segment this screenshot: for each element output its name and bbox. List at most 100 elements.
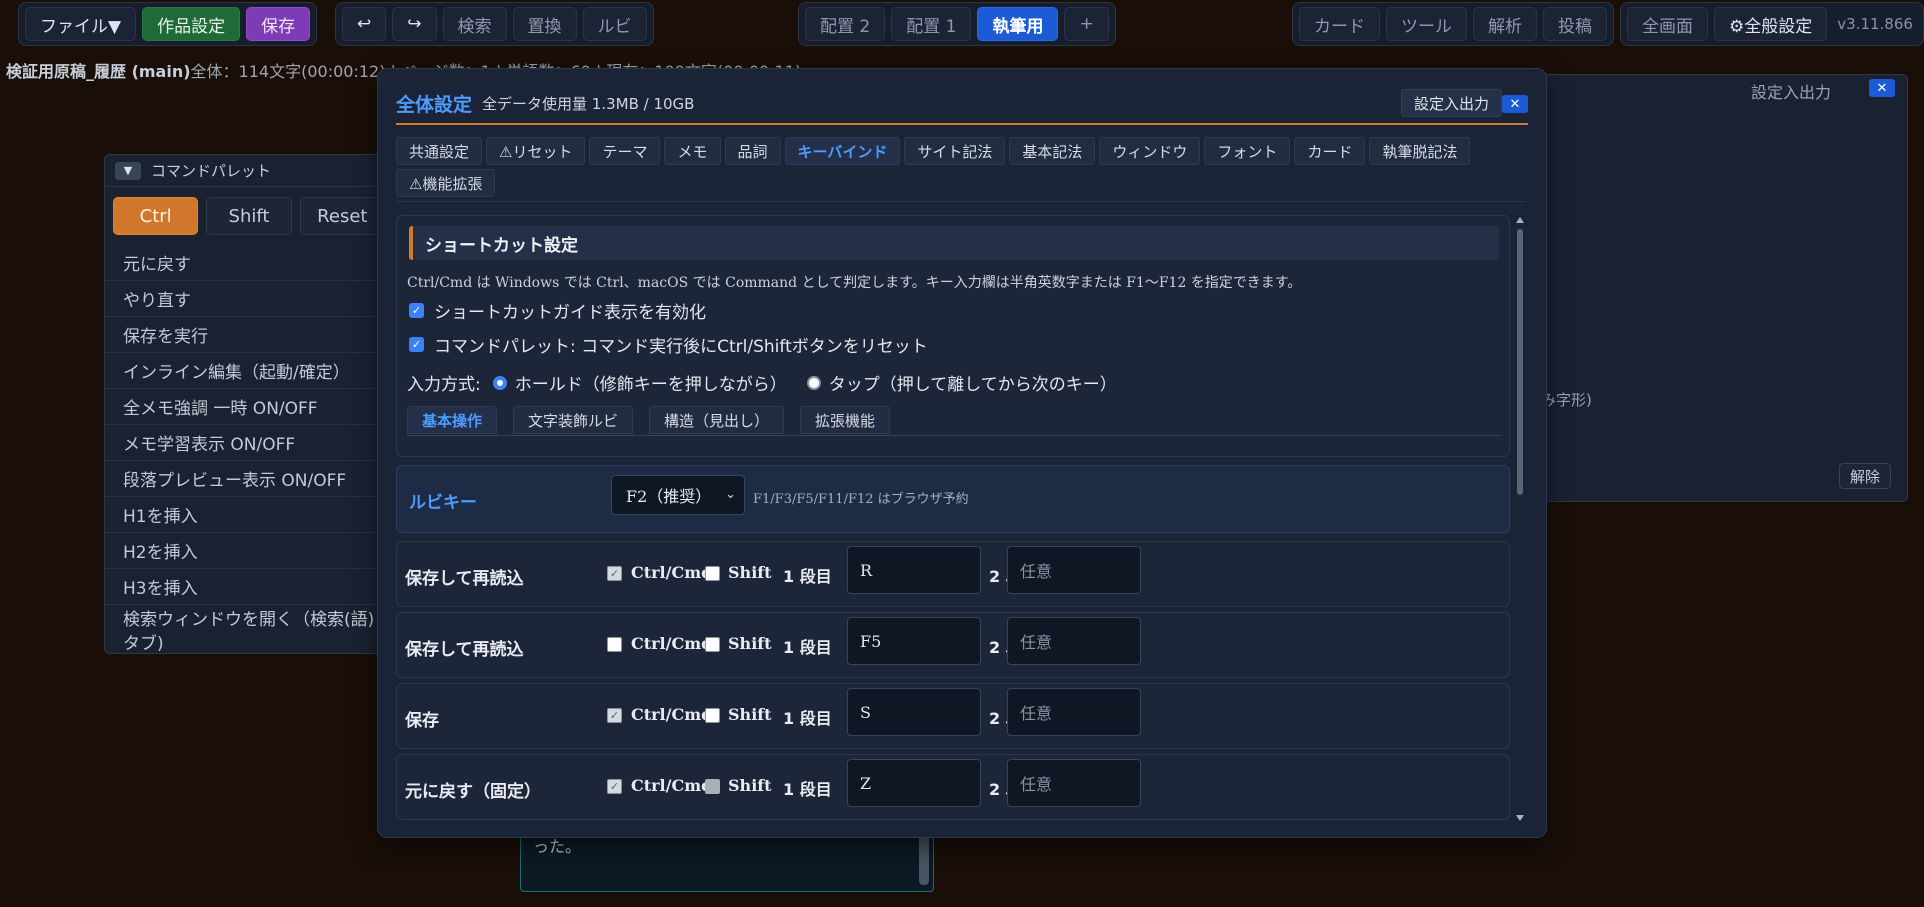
command-item[interactable]: 元に戻す [105,245,393,281]
background-io-button[interactable]: 設定入出力 [1751,79,1831,103]
scroll-down-icon[interactable] [1516,815,1524,821]
editor-scrollbar[interactable] [919,835,929,885]
radio-hold-label[interactable]: ホールド（修飾キーを押しながら） [515,370,787,395]
redo-icon[interactable]: ↪ [392,7,437,41]
ruby-key-select[interactable]: F2（推奨） ⌄ [611,475,745,515]
add-layout-button[interactable]: + [1064,7,1109,41]
shortcut-settings-card: ショートカット設定 Ctrl/Cmd は Windows では Ctrl、mac… [396,215,1510,457]
tool-button[interactable]: ツール [1386,7,1467,41]
command-item[interactable]: やり直す [105,281,393,317]
radio-tap[interactable] [806,375,821,390]
post-button[interactable]: 投稿 [1543,7,1607,41]
tab-common[interactable]: 共通設定 [396,137,483,165]
ctrl-checkbox[interactable]: ✓ [607,708,622,723]
ctrl-modifier-button[interactable]: Ctrl [113,197,199,235]
input-mode-group: 入力方式: ホールド（修飾キーを押しながら） タップ（押して離してから次のキー） [407,370,1117,395]
tab-reset[interactable]: ⚠リセット [486,137,586,165]
ctrl-checkbox[interactable]: ✓ [607,566,622,581]
shift-modifier-button[interactable]: Shift [206,197,292,235]
work-settings-button[interactable]: 作品設定 [142,7,241,41]
palette-reset-label: コマンドパレット: コマンド実行後にCtrl/Shiftボタンをリセット [434,337,928,357]
settings-tabs: 共通設定 ⚠リセット テーマ メモ 品詞 キーバインド サイト記法 基本記法 ウ… [396,137,1526,202]
shortcut-guide-option[interactable]: ✓ ショートカットガイド表示を有効化 [409,298,706,323]
ctrl-checkbox[interactable]: ✓ [607,779,622,794]
tab-font[interactable]: フォント [1204,137,1291,165]
checkbox-checked-icon[interactable]: ✓ [409,303,424,318]
toolbar-file-group: ファイル▼ 作品設定 保存 [18,2,318,46]
shift-checkbox[interactable] [705,637,720,652]
subtab-basic[interactable]: 基本操作 [407,406,498,434]
shift-checkbox[interactable] [705,779,720,794]
command-item[interactable]: 段落プレビュー表示 ON/OFF [105,461,393,497]
search-button[interactable]: 検索 [442,7,507,41]
key2-input[interactable]: 任意 [1007,617,1141,665]
close-icon[interactable]: ✕ [1869,79,1895,97]
tab-basic-notation[interactable]: 基本記法 [1009,137,1096,165]
command-item[interactable]: H1を挿入 [105,497,393,533]
settings-scrollbar[interactable] [1514,215,1526,823]
command-item-continued: タブ) [123,633,164,654]
fullscreen-button[interactable]: 全画面 [1627,7,1708,41]
key1-input[interactable]: F5 [847,617,981,665]
writing-layout-button[interactable]: 執筆用 [977,7,1059,41]
command-item[interactable]: 保存を実行 [105,317,393,353]
command-item[interactable]: メモ学習表示 ON/OFF [105,425,393,461]
ruby-key-value: F2（推奨） [626,487,712,506]
card-button[interactable]: カード [1299,7,1380,41]
subtab-structure[interactable]: 構造（見出し） [649,406,785,434]
close-icon[interactable]: ✕ [1502,95,1528,113]
tab-window[interactable]: ウィンドウ [1099,137,1201,165]
collapse-icon[interactable]: ▼ [115,161,141,180]
checkbox-checked-icon[interactable]: ✓ [409,337,424,352]
shift-checkbox[interactable] [705,708,720,723]
key2-input[interactable]: 任意 [1007,688,1141,736]
radio-tap-label[interactable]: タップ（押して離してから次のキー） [829,370,1117,395]
keybind-label: 元に戻す（固定） [405,782,541,802]
radio-hold[interactable] [492,375,507,390]
command-palette: ▼ コマンドパレット Ctrl Shift Reset 元に戻す やり直す 保存… [104,154,394,654]
stage1-label: 1 段目 [783,709,832,728]
tab-card[interactable]: カード [1294,137,1366,165]
palette-reset-option[interactable]: ✓ コマンドパレット: コマンド実行後にCtrl/Shiftボタンをリセット [409,332,928,357]
keybind-label: 保存して再読込 [405,569,524,589]
ctrl-label: Ctrl/Cmd [631,705,713,724]
undo-icon[interactable]: ↩ [342,7,387,41]
tab-pos[interactable]: 品詞 [724,137,781,165]
tab-notation-removal[interactable]: 執筆脱記法 [1369,137,1471,165]
subtab-extensions[interactable]: 拡張機能 [800,406,891,434]
key2-input[interactable]: 任意 [1007,759,1141,807]
command-item[interactable]: H3を挿入 [105,569,393,605]
key2-input[interactable]: 任意 [1007,546,1141,594]
layout1-button[interactable]: 配置 1 [891,7,972,41]
subtab-decoration[interactable]: 文字装飾ルビ [513,406,634,434]
ctrl-label: Ctrl/Cmd [631,634,713,653]
file-menu-button[interactable]: ファイル▼ [25,7,137,41]
general-settings-button[interactable]: ⚙全般設定 [1714,7,1828,41]
reset-modifier-button[interactable]: Reset [299,197,385,235]
shift-checkbox[interactable] [705,566,720,581]
modifier-buttons: Ctrl Shift Reset [105,187,393,245]
settings-io-button[interactable]: 設定入出力 [1400,89,1502,117]
key1-input[interactable]: S [847,688,981,736]
command-item[interactable]: インライン編集（起動/確定） [105,353,393,389]
ctrl-checkbox[interactable] [607,637,622,652]
key1-input[interactable]: R [847,546,981,594]
save-button[interactable]: 保存 [246,7,311,41]
command-item[interactable]: 検索ウィンドウを開く（検索(語) [105,605,393,630]
release-button[interactable]: 解除 [1838,463,1891,489]
key1-input[interactable]: Z [847,759,981,807]
replace-button[interactable]: 置換 [512,7,577,41]
scroll-up-icon[interactable] [1516,217,1524,223]
ruby-button[interactable]: ルビ [582,7,647,41]
scrollbar-thumb[interactable] [1517,229,1523,495]
command-item[interactable]: 全メモ強調 一時 ON/OFF [105,389,393,425]
analysis-button[interactable]: 解析 [1473,7,1537,41]
tab-keybind[interactable]: キーバインド [784,137,901,165]
tab-theme[interactable]: テーマ [589,137,661,165]
toolbar-layout-group: 配置 2 配置 1 執筆用 + [798,2,1116,46]
tab-extensions[interactable]: ⚠機能拡張 [396,169,496,197]
tab-memo[interactable]: メモ [664,137,721,165]
tab-site-notation[interactable]: サイト記法 [904,137,1006,165]
layout2-button[interactable]: 配置 2 [805,7,886,41]
command-item[interactable]: H2を挿入 [105,533,393,569]
